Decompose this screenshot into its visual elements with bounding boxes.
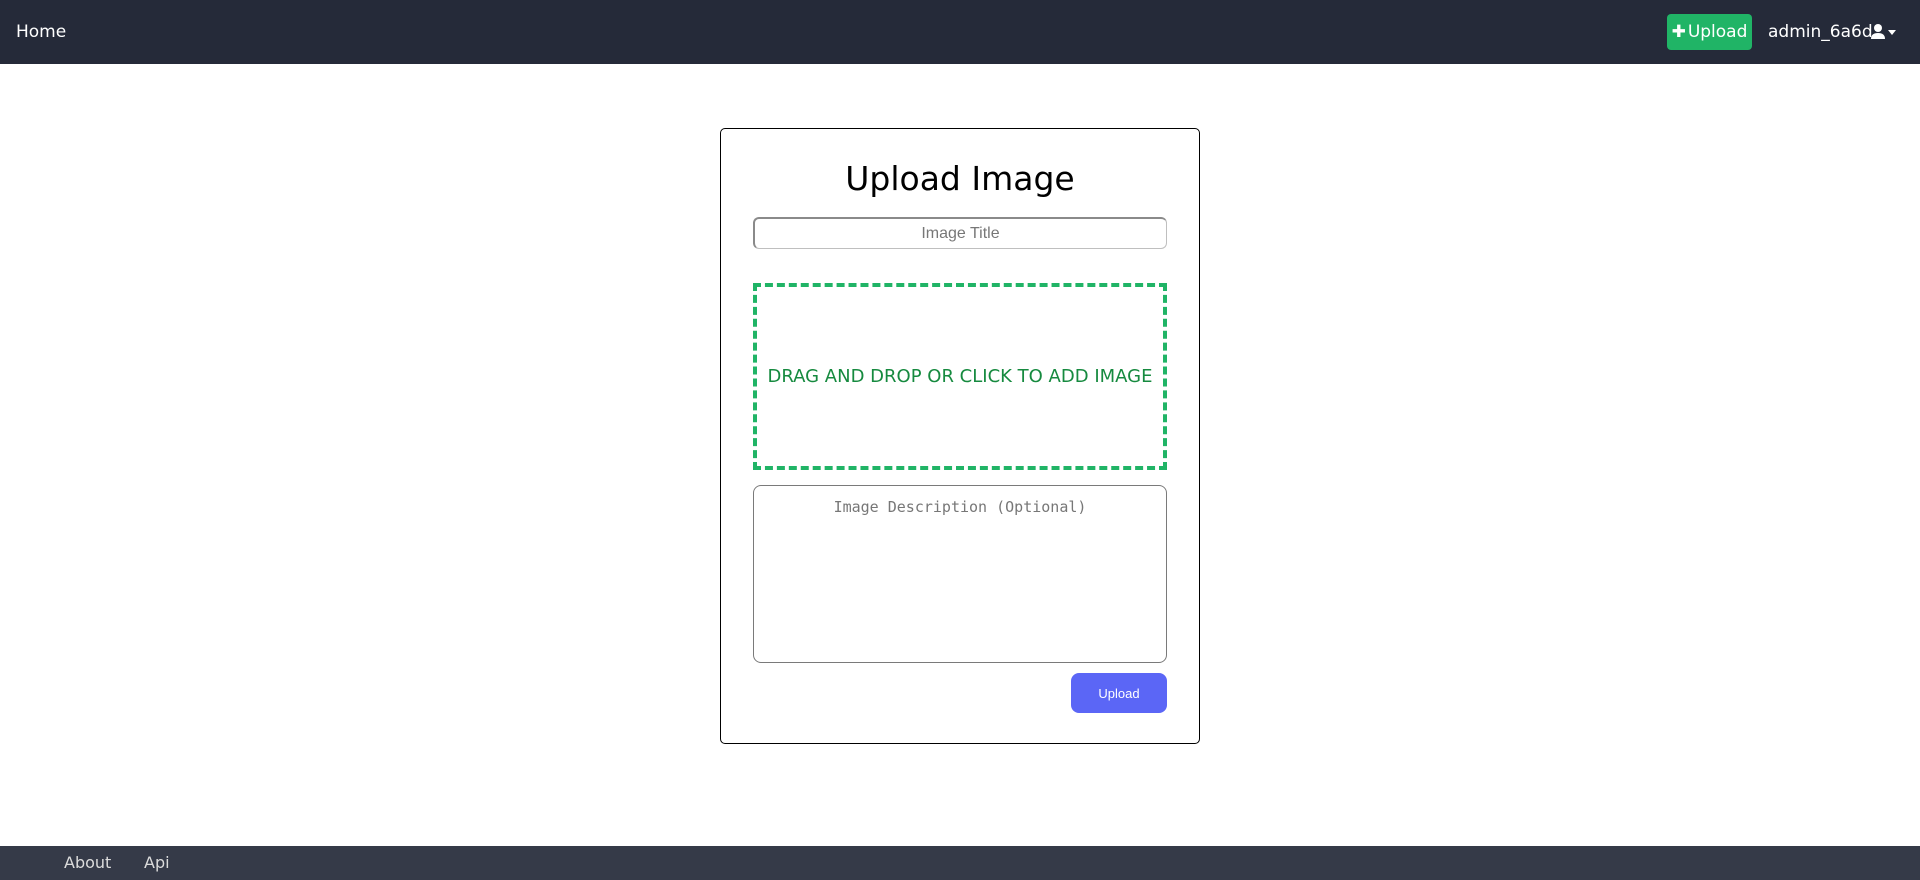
image-dropzone[interactable]: DRAG AND DROP OR CLICK TO ADD IMAGE (753, 283, 1167, 470)
image-description-input[interactable] (753, 485, 1167, 663)
username-label[interactable]: admin_6a6d (1768, 0, 1873, 64)
page-title: Upload Image (845, 159, 1075, 198)
caret-down-icon (1888, 30, 1896, 35)
nav-upload-button[interactable]: ✚ Upload (1667, 14, 1752, 50)
footer-link-about[interactable]: About (64, 846, 111, 880)
upload-card: Upload Image DRAG AND DROP OR CLICK TO A… (720, 128, 1200, 744)
top-navbar: Home ✚ Upload admin_6a6d (0, 0, 1920, 64)
home-link[interactable]: Home (16, 0, 66, 64)
user-icon (1871, 24, 1896, 39)
plus-icon: ✚ (1671, 22, 1686, 42)
footer-link-api[interactable]: Api (144, 846, 170, 880)
user-menu-toggle[interactable] (1870, 22, 1900, 42)
footer: About Api (0, 846, 1920, 880)
dropzone-label: DRAG AND DROP OR CLICK TO ADD IMAGE (767, 366, 1153, 387)
upload-submit-button[interactable]: Upload (1071, 673, 1167, 713)
image-title-input[interactable] (753, 217, 1167, 249)
nav-upload-label: Upload (1687, 22, 1748, 42)
